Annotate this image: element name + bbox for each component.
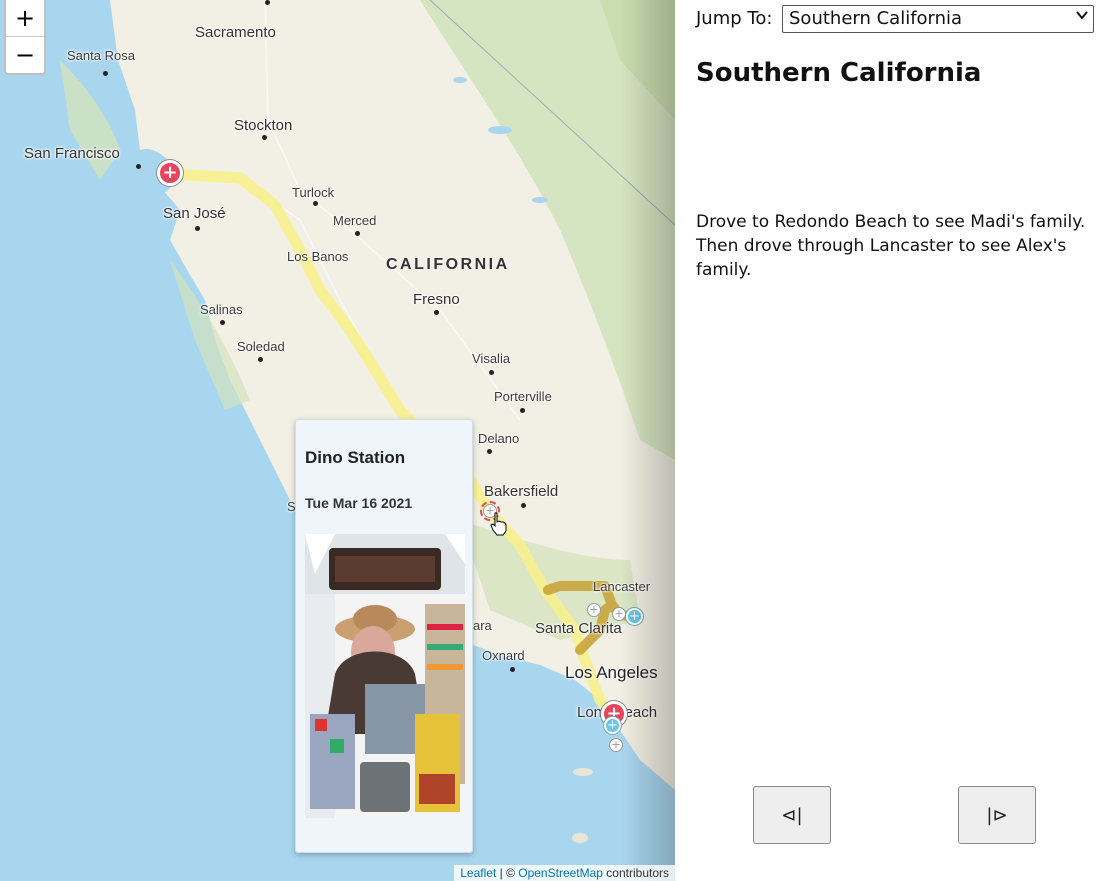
zoom-in-button[interactable]: + [6, 0, 44, 36]
popup-title: Dino Station [305, 448, 406, 467]
leaflet-link[interactable]: Leaflet [460, 866, 496, 880]
next-button[interactable]: |⊳ [958, 786, 1036, 844]
city-label: San José [163, 205, 226, 222]
zoom-out-button[interactable]: − [6, 36, 44, 73]
city-label: ara [473, 618, 492, 633]
previous-button[interactable]: ⊲| [753, 786, 831, 844]
city-label: Merced [333, 213, 377, 228]
region-select-value: Southern California [789, 8, 963, 29]
city-label: Salinas [200, 302, 243, 317]
city-dot [521, 503, 526, 508]
city-dot [434, 310, 439, 315]
location-popup: Dino Station Tue Mar 16 2021 [295, 419, 473, 853]
city-dot [103, 71, 108, 76]
city-label: Stockton [234, 117, 293, 134]
jump-to-label: Jump To: [696, 8, 773, 29]
city-label: Bakersfield [484, 483, 559, 500]
city-label: Porterville [494, 389, 552, 404]
city-label: Turlock [292, 185, 335, 200]
hand-cursor-icon [490, 512, 507, 536]
attribution-suffix: contributors [602, 866, 669, 880]
city-label: Fresno [413, 291, 460, 308]
city-dot [487, 449, 492, 454]
city-label: Sacramento [195, 24, 276, 41]
trip-start-marker[interactable]: + [157, 160, 183, 186]
panel-shadow [620, 0, 675, 881]
city-dot [136, 164, 141, 169]
photo-marker[interactable]: + [587, 603, 601, 617]
map[interactable]: Sacramento Santa Rosa Stockton San Franc… [0, 0, 675, 881]
city-dot [355, 231, 360, 236]
city-label: Oxnard [482, 648, 525, 663]
city-dot [510, 667, 515, 672]
stop-marker[interactable]: + [604, 717, 621, 734]
zoom-control: + − [4, 0, 46, 75]
city-dot [195, 226, 200, 231]
city-dot [489, 370, 494, 375]
city-label: Santa Clarita [535, 620, 622, 637]
city-label: Visalia [472, 351, 511, 366]
city-dot [220, 320, 225, 325]
popup-photo[interactable] [305, 534, 465, 818]
region-select[interactable]: Southern California [782, 5, 1094, 33]
city-dot [262, 135, 267, 140]
popup-date: Tue Mar 16 2021 [305, 495, 413, 511]
photo-image [305, 534, 465, 818]
city-label: Los Banos [287, 249, 349, 264]
city-dot [265, 0, 270, 5]
city-dot [520, 408, 525, 413]
state-label: CALIFORNIA [386, 256, 510, 273]
osm-link[interactable]: OpenStreetMap [518, 866, 603, 880]
side-panel: Jump To: Southern California Southern Ca… [675, 0, 1097, 881]
region-title: Southern California [696, 58, 982, 88]
city-label: Santa Rosa [67, 48, 135, 63]
city-label: Soledad [237, 339, 285, 354]
city-dot [313, 201, 318, 206]
city-label: Delano [478, 431, 520, 446]
map-attribution: Leaflet | © OpenStreetMap contributors [454, 865, 675, 881]
attribution-separator: | © [496, 866, 519, 880]
city-dot [258, 357, 263, 362]
region-description: Drove to Redondo Beach to see Madi's fam… [696, 212, 1086, 280]
city-label: San Francisco [24, 145, 120, 162]
chevron-down-icon [1076, 9, 1088, 25]
